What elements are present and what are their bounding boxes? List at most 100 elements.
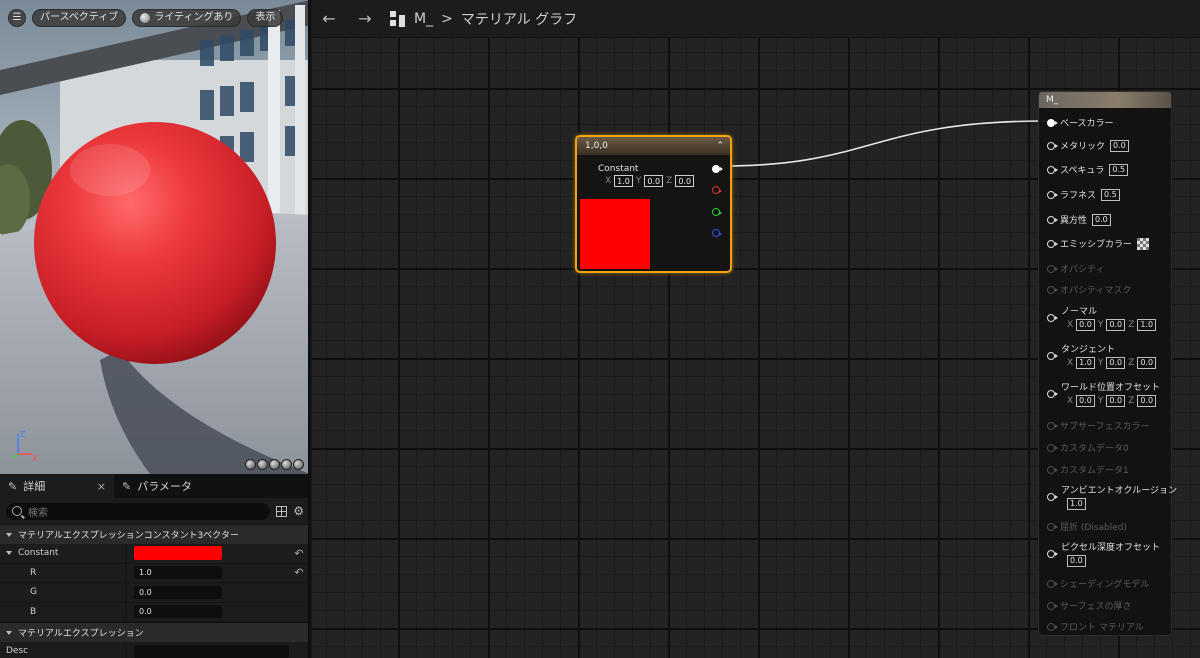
normal-x-value[interactable]: 0.0 xyxy=(1076,319,1095,331)
z-value-field[interactable]: 0.0 xyxy=(675,175,695,187)
input-pin[interactable] xyxy=(1047,215,1058,224)
constant-node-title: Constant xyxy=(598,164,639,174)
b-value-field[interactable]: 0.0 xyxy=(134,605,222,619)
viewport-menu-button[interactable]: ☰ xyxy=(8,9,26,27)
input-pin[interactable] xyxy=(1047,493,1058,501)
input-roughness[interactable]: ラフネス 0.5 xyxy=(1047,188,1120,201)
input-tangent[interactable]: タンジェント X 1.0 Y 0.0 Z 0.0 xyxy=(1061,342,1157,369)
tab-details[interactable]: ✎ 詳細 × xyxy=(0,474,114,498)
cube-preview-button[interactable] xyxy=(281,459,292,470)
g-output-pin[interactable] xyxy=(712,208,722,216)
input-label: 屈折 (Disabled) xyxy=(1060,523,1127,533)
property-matrix-icon[interactable] xyxy=(276,505,288,517)
input-normal-pin-row[interactable] xyxy=(1047,314,1058,322)
r-value-field[interactable]: 1.0 xyxy=(134,566,222,580)
input-world-position-offset[interactable]: ワールド位置オフセット X 0.0 Y 0.0 Z 0.0 xyxy=(1061,380,1160,407)
sphere-preview-button[interactable] xyxy=(257,459,268,470)
input-normal[interactable]: ノーマル X 0.0 Y 0.0 Z 1.0 xyxy=(1061,304,1157,331)
input-wpo-pin-row[interactable] xyxy=(1047,390,1058,398)
input-pin[interactable] xyxy=(1047,550,1058,558)
input-label: エミッシブカラー xyxy=(1060,240,1133,250)
lighting-mode-button[interactable]: ライティングあり xyxy=(132,9,242,27)
normal-z-value[interactable]: 1.0 xyxy=(1137,319,1157,331)
reset-to-default-icon[interactable]: ↶ xyxy=(290,566,308,579)
preview-viewport[interactable]: ☰ パースペクティブ ライティングあり 表示 Z X xyxy=(0,0,310,474)
section-material-expression[interactable]: マテリアルエクスプレッション xyxy=(0,622,308,642)
details-search-row: 検索 ⚙ xyxy=(0,498,308,524)
search-input[interactable]: 検索 xyxy=(6,502,271,520)
input-pin[interactable] xyxy=(1047,390,1058,398)
result-node-header[interactable]: M_ xyxy=(1039,92,1171,108)
collapse-chevron-icon[interactable]: ⌃ xyxy=(716,141,724,151)
wpo-x-value[interactable]: 0.0 xyxy=(1076,395,1095,407)
tangent-x-value[interactable]: 1.0 xyxy=(1076,357,1095,369)
rgb-output-pin[interactable] xyxy=(712,165,723,173)
material-graph[interactable]: ← → M_ > マテリアル グラフ 1,0,0 ⌃ Constant X 1.… xyxy=(312,0,1200,658)
input-pin xyxy=(1047,443,1058,452)
anisotropy-value[interactable]: 0.0 xyxy=(1092,213,1111,226)
base-color-wire[interactable] xyxy=(721,120,1047,167)
normal-y-value[interactable]: 0.0 xyxy=(1106,319,1126,331)
section-constant3vector[interactable]: マテリアルエクスプレッションコンスタント3ベクター xyxy=(0,524,308,544)
plane-preview-button[interactable] xyxy=(269,459,280,470)
close-tab-button[interactable]: × xyxy=(97,480,106,493)
input-pin[interactable] xyxy=(1047,314,1058,322)
input-pin[interactable] xyxy=(1047,352,1058,360)
input-anisotropy[interactable]: 異方性 0.0 xyxy=(1047,213,1111,226)
wpo-y-value[interactable]: 0.0 xyxy=(1106,395,1126,407)
desc-field[interactable] xyxy=(134,644,289,658)
preview-shape-buttons xyxy=(245,459,304,470)
input-tangent-pin-row[interactable] xyxy=(1047,352,1058,360)
material-result-node[interactable]: M_ ベースカラー メタリック 0.0 スペキュラ 0.5 ラフネス 0.5 異… xyxy=(1038,91,1177,636)
constant-color-preview xyxy=(580,199,650,269)
ao-value[interactable]: 1.0 xyxy=(1067,498,1086,510)
input-metallic[interactable]: メタリック 0.0 xyxy=(1047,139,1129,152)
b-output-pin[interactable] xyxy=(712,229,722,237)
hamburger-icon: ☰ xyxy=(12,12,22,23)
custom-mesh-preview-button[interactable] xyxy=(293,459,304,470)
input-pin[interactable] xyxy=(1047,165,1058,174)
r-output-pin[interactable] xyxy=(712,186,722,194)
input-pin[interactable] xyxy=(1047,190,1058,199)
pdo-value[interactable]: 0.0 xyxy=(1067,555,1086,567)
tab-parameters[interactable]: ✎ パラメータ xyxy=(114,474,200,498)
tangent-z-value[interactable]: 0.0 xyxy=(1137,357,1157,369)
g-label: G xyxy=(30,587,37,598)
input-ao-pin-row[interactable] xyxy=(1047,493,1058,501)
search-placeholder: 検索 xyxy=(28,507,48,519)
gear-icon[interactable]: ⚙ xyxy=(293,504,304,518)
input-pin xyxy=(1047,622,1058,631)
input-pin[interactable] xyxy=(1047,239,1058,248)
roughness-value[interactable]: 0.5 xyxy=(1101,188,1120,201)
perspective-button[interactable]: パースペクティブ xyxy=(32,9,127,27)
tangent-y-value[interactable]: 0.0 xyxy=(1106,357,1126,369)
constant-color-swatch[interactable] xyxy=(134,546,222,561)
checker-color-swatch-icon[interactable] xyxy=(1137,237,1150,250)
input-pixel-depth-offset[interactable]: ピクセル深度オフセット 0.0 xyxy=(1061,540,1160,567)
input-opacity-mask: オパシティマスク xyxy=(1047,283,1131,296)
metallic-value[interactable]: 0.0 xyxy=(1110,139,1129,152)
input-pin[interactable] xyxy=(1047,141,1058,150)
expand-triangle-icon[interactable] xyxy=(6,551,12,556)
input-specular[interactable]: スペキュラ 0.5 xyxy=(1047,163,1129,176)
input-pin[interactable] xyxy=(1047,118,1058,127)
input-pin xyxy=(1047,285,1058,294)
specular-value[interactable]: 0.5 xyxy=(1109,163,1129,176)
g-value-field[interactable]: 0.0 xyxy=(134,585,222,599)
wpo-z-value[interactable]: 0.0 xyxy=(1137,395,1157,407)
input-pin xyxy=(1047,601,1058,610)
input-ambient-occlusion[interactable]: アンビエントオクルージョン 1.0 xyxy=(1061,483,1177,510)
x-value-field[interactable]: 1.0 xyxy=(614,175,633,187)
cylinder-preview-button[interactable] xyxy=(245,459,256,470)
input-label: カスタムデータ0 xyxy=(1060,444,1129,454)
input-label: メタリック xyxy=(1060,142,1106,152)
reset-to-default-icon[interactable]: ↶ xyxy=(290,547,308,560)
show-button[interactable]: 表示 xyxy=(247,9,284,27)
input-pdo-pin-row[interactable] xyxy=(1047,550,1058,558)
y-value-field[interactable]: 0.0 xyxy=(644,175,664,187)
input-emissive-color[interactable]: エミッシブカラー xyxy=(1047,237,1150,250)
constant3vector-node[interactable]: 1,0,0 ⌃ Constant X 1.0 Y 0.0 Z 0.0 xyxy=(575,135,732,273)
constant-node-header[interactable]: 1,0,0 ⌃ xyxy=(577,137,730,155)
input-base-color[interactable]: ベースカラー xyxy=(1047,116,1114,129)
constant-label: Constant xyxy=(18,548,59,559)
